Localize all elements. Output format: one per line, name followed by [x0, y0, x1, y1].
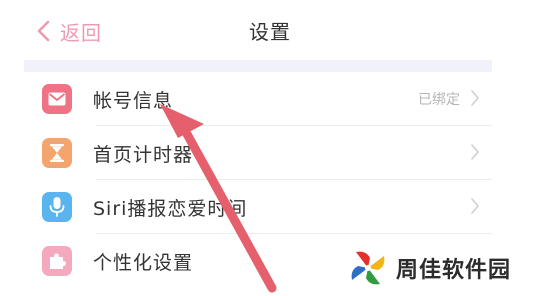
microphone-icon	[42, 192, 72, 222]
settings-item-label: Siri播报恋爱时间	[93, 198, 248, 220]
settings-item-siri-broadcast[interactable]: Siri播报恋爱时间	[24, 180, 492, 234]
settings-item-label: 个性化设置	[93, 252, 194, 274]
navigation-bar: 返回 设置	[0, 0, 540, 60]
mail-icon	[42, 84, 72, 114]
settings-item-label: 帐号信息	[93, 90, 174, 112]
settings-screen: 返回 设置 帐号信息 已绑定 首页计时器 Siri播报恋爱时间 个性化设置 周佳…	[0, 0, 540, 296]
chevron-right-icon	[471, 198, 479, 214]
watermark: 周佳软件园	[346, 244, 536, 292]
chevron-right-icon	[471, 144, 479, 160]
section-separator	[24, 60, 492, 72]
hourglass-icon	[42, 138, 72, 168]
page-title: 设置	[249, 20, 291, 44]
puzzle-icon	[42, 246, 72, 276]
settings-item-account-info[interactable]: 帐号信息 已绑定	[24, 72, 492, 126]
watermark-text: 周佳软件园	[396, 258, 512, 283]
pinwheel-logo-icon	[351, 251, 385, 285]
chevron-right-icon	[471, 90, 479, 106]
settings-item-home-timer[interactable]: 首页计时器	[24, 126, 492, 180]
binding-status: 已绑定	[418, 92, 460, 108]
settings-item-label: 首页计时器	[93, 144, 194, 166]
